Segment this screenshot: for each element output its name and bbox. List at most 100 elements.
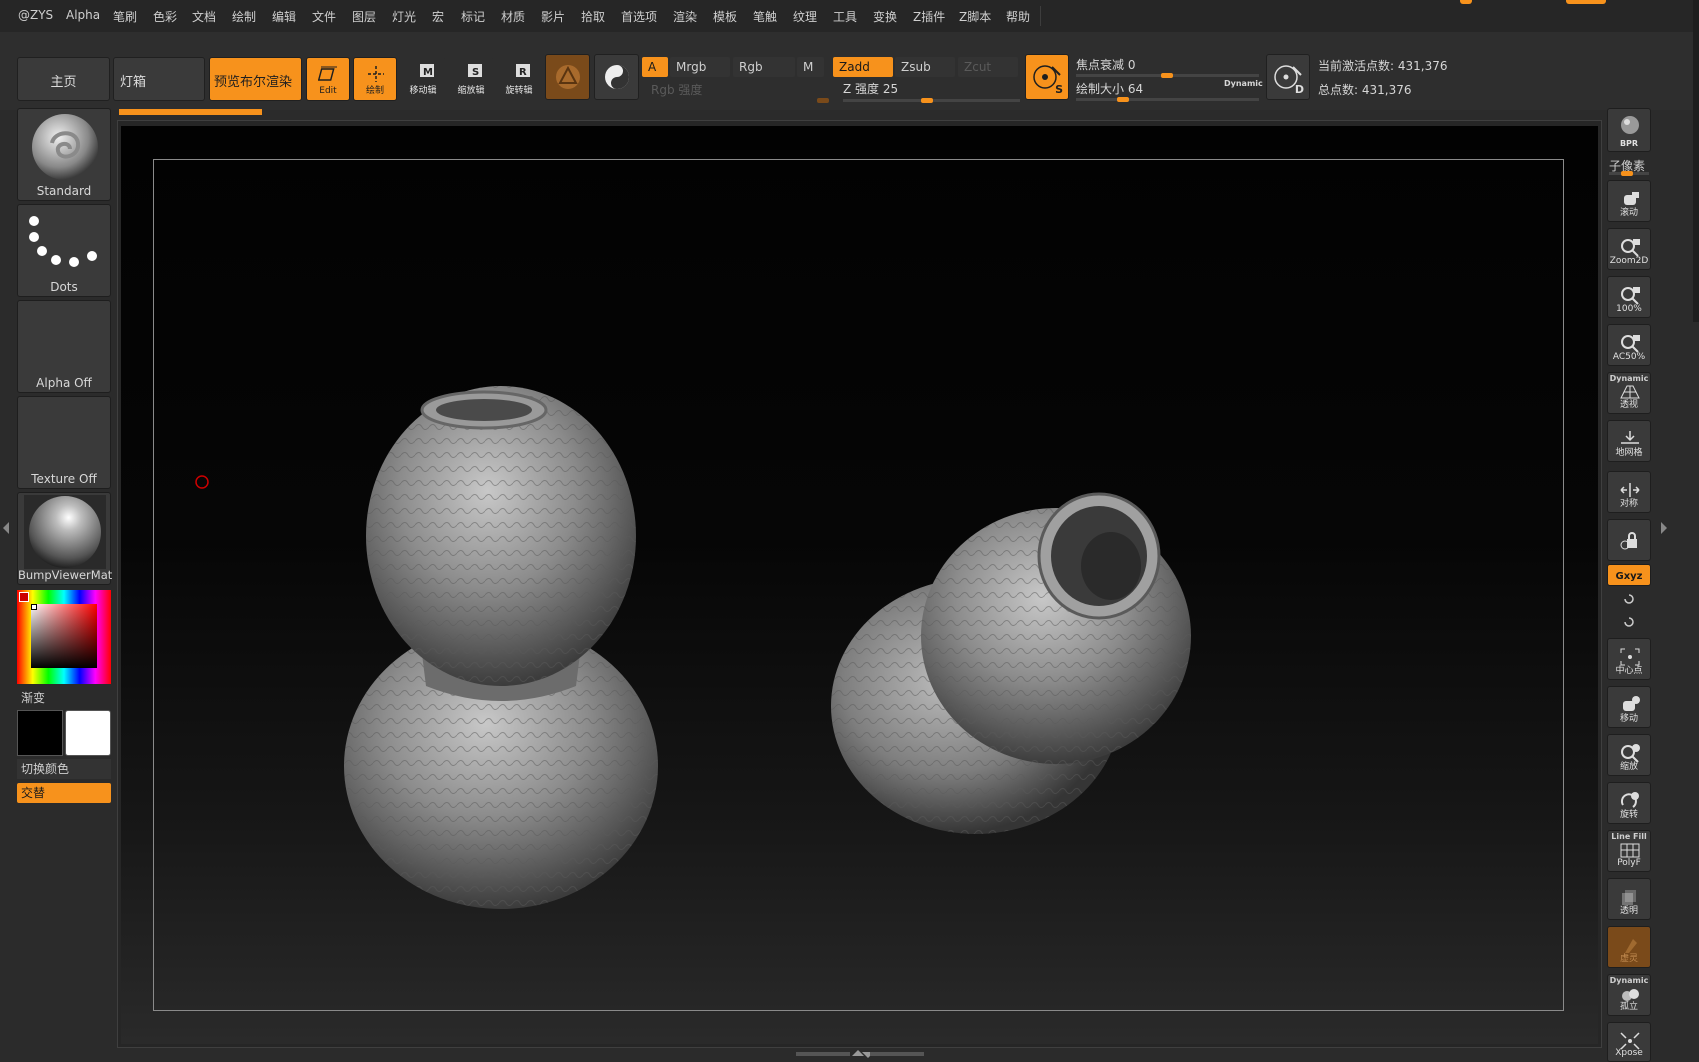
primary-color-swatch[interactable] (17, 710, 63, 756)
z-intensity-label[interactable]: Z 强度 25 (843, 80, 898, 97)
rgb-toggle[interactable]: Rgb (733, 57, 795, 77)
dynamic-toggle[interactable]: Dynamic (1224, 79, 1263, 88)
transparent-button[interactable]: 透明 (1607, 878, 1651, 920)
perspective-button[interactable]: Dynamic 透视 (1607, 372, 1651, 414)
menu-color[interactable]: 色彩 (153, 8, 177, 25)
color-picker[interactable] (17, 590, 111, 684)
y-rotate-button[interactable] (1622, 592, 1636, 606)
transparent-label: 透明 (1619, 906, 1638, 916)
solo-button[interactable]: Dynamic 孤立 (1607, 974, 1651, 1016)
zadd-toggle[interactable]: Zadd (833, 57, 893, 77)
subpixel-knob[interactable] (1621, 171, 1633, 176)
lightbox-button[interactable]: 灯箱 (113, 57, 205, 101)
left-tray-handle[interactable] (0, 470, 11, 590)
ac50-label: AC50% (1612, 352, 1646, 362)
lock-button[interactable] (1607, 519, 1651, 561)
zoom2d-button[interactable]: Zoom2D (1607, 228, 1651, 270)
menu-macro[interactable]: 宏 (432, 8, 444, 25)
viewport-scene[interactable] (121, 126, 1598, 1044)
scale-view-button[interactable]: 缩放 (1607, 734, 1651, 776)
rgb-intensity-knob[interactable] (817, 98, 829, 103)
floor-grid-button[interactable]: 地网格 (1607, 420, 1651, 462)
secondary-color-swatch[interactable] (65, 710, 111, 756)
bottom-grip-right (870, 1052, 924, 1056)
saturation-square[interactable] (31, 604, 97, 668)
menu-transform[interactable]: 变换 (873, 8, 897, 25)
lazy-mouse-button[interactable]: D (1266, 54, 1310, 100)
alternate-button[interactable]: 交替 (17, 783, 111, 803)
dots-stroke-icon (29, 216, 97, 267)
edit-icon (318, 66, 337, 81)
stroke-selector[interactable]: Dots (17, 204, 111, 297)
menu-zscript[interactable]: Z脚本 (959, 8, 991, 25)
menu-render[interactable]: 渲染 (673, 8, 697, 25)
ac50-button[interactable]: AC50% (1607, 324, 1651, 366)
menu-light[interactable]: 灯光 (392, 8, 416, 25)
texture-button[interactable] (594, 54, 639, 100)
polyf-button[interactable]: Line Fill PolyF (1607, 830, 1651, 872)
home-button[interactable]: 主页 (17, 57, 110, 101)
rotate-view-button[interactable]: 旋转 (1607, 782, 1651, 824)
menu-document[interactable]: 文档 (192, 8, 216, 25)
draw-size-knob[interactable] (1117, 97, 1129, 102)
mrgb-toggle[interactable]: Mrgb (670, 57, 730, 77)
bpr-button[interactable]: BPR (1607, 108, 1651, 152)
center-point-button[interactable]: 中心点 (1607, 638, 1651, 680)
a-toggle[interactable]: A (642, 57, 668, 77)
menu-zplugin[interactable]: Z插件 (913, 8, 945, 25)
xyz-rotate-button[interactable]: Gxyz (1607, 564, 1651, 586)
switch-color-button[interactable]: 切换颜色 (17, 759, 111, 779)
focal-shift-label[interactable]: 焦点衰减 0 (1076, 56, 1135, 73)
rotate-edit-button[interactable]: R 旋转辑 (497, 57, 541, 101)
draw-button[interactable]: 绘制 (353, 57, 397, 101)
menu-edit[interactable]: 编辑 (272, 8, 296, 25)
move-edit-button[interactable]: M 移动辑 (401, 57, 445, 101)
brush-selector[interactable]: Standard (17, 108, 111, 201)
gourd-vase-standing[interactable] (344, 386, 658, 909)
right-tray-handle[interactable] (1660, 470, 1669, 590)
draw-size-label[interactable]: 绘制大小 64 (1076, 80, 1143, 97)
ghost-button[interactable]: 虚灵 (1607, 926, 1651, 968)
menu-material[interactable]: 材质 (501, 8, 525, 25)
menu-zys[interactable]: @ZYS (18, 8, 53, 22)
menu-stencil[interactable]: 模板 (713, 8, 737, 25)
bpr-preview-button[interactable]: 预览布尔渲染 (209, 57, 302, 101)
menu-preferences[interactable]: 首选项 (621, 8, 657, 25)
menu-brush[interactable]: 笔刷 (113, 8, 137, 25)
rgb-intensity-slider[interactable]: Rgb 强度 (645, 80, 831, 100)
menu-tool[interactable]: 工具 (833, 8, 857, 25)
draw-size-track[interactable] (1076, 98, 1259, 101)
alpha-selector[interactable]: Alpha Off (17, 300, 111, 393)
menu-layer[interactable]: 图层 (352, 8, 376, 25)
menu-marker[interactable]: 标记 (461, 8, 485, 25)
zoom100-button[interactable]: 100% (1607, 276, 1651, 318)
sculptris-pro-button[interactable]: S (1025, 54, 1069, 100)
xpose-button[interactable]: Xpose (1607, 1022, 1651, 1062)
menu-help[interactable]: 帮助 (1006, 8, 1030, 25)
zsub-toggle[interactable]: Zsub (895, 57, 955, 77)
menu-movie[interactable]: 影片 (541, 8, 565, 25)
focal-shift-knob[interactable] (1161, 73, 1173, 78)
gourd-vase-tilted[interactable] (831, 492, 1191, 834)
move-view-button[interactable]: 移动 (1607, 686, 1651, 728)
texture-selector[interactable]: Texture Off (17, 396, 111, 489)
bottom-tray-handle[interactable] (796, 1050, 924, 1058)
menu-stroke[interactable]: 笔触 (753, 8, 777, 25)
z-rotate-button[interactable] (1622, 615, 1636, 629)
menu-texture[interactable]: 纹理 (793, 8, 817, 25)
menu-draw[interactable]: 绘制 (232, 8, 256, 25)
z-intensity-knob[interactable] (921, 98, 933, 103)
m-toggle[interactable]: M (797, 57, 824, 77)
material-button[interactable] (545, 54, 590, 100)
scale-edit-button[interactable]: S 缩放辑 (449, 57, 493, 101)
zcut-toggle[interactable]: Zcut (958, 57, 1018, 77)
material-selector[interactable]: BumpViewerMat (17, 492, 112, 585)
menu-file[interactable]: 文件 (312, 8, 336, 25)
right-edge-scroll[interactable] (1693, 0, 1699, 322)
menu-picker[interactable]: 拾取 (581, 8, 605, 25)
edit-button[interactable]: Edit (306, 57, 350, 101)
scroll-button[interactable]: 滚动 (1607, 180, 1651, 222)
gradient-label[interactable]: 渐变 (21, 689, 45, 706)
local-symmetry-button[interactable]: 对称 (1607, 471, 1651, 513)
menu-alpha[interactable]: Alpha (66, 8, 100, 22)
